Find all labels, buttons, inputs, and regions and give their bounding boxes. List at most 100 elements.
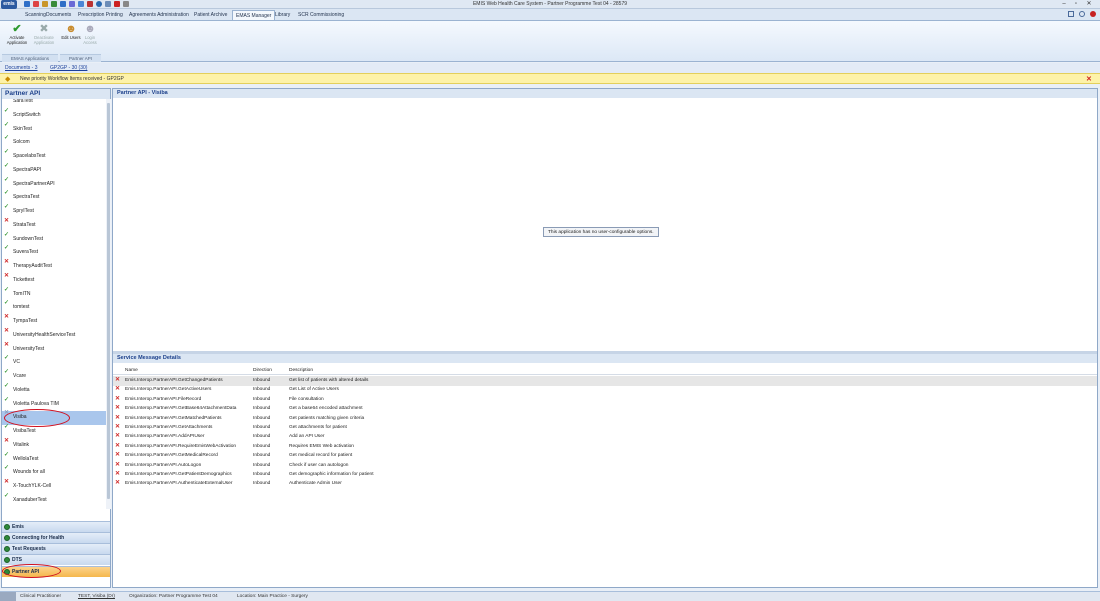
list-item-label: SpacelabsTest	[13, 153, 46, 159]
tab-documents[interactable]: Documents	[43, 10, 74, 20]
status-user[interactable]: TEST, Visiba (Dr)	[78, 592, 115, 601]
login-access-button[interactable]: ☻ Login Access	[79, 23, 101, 53]
list-item[interactable]: ✕ StrataTest	[2, 218, 106, 233]
list-item[interactable]: ✕ Tickettest	[2, 273, 106, 288]
login-icon: ☻	[84, 23, 96, 35]
list-item[interactable]: ✓ SpectraPartnerAPI	[2, 176, 106, 192]
close-button[interactable]: ✕	[1083, 0, 1095, 8]
list-item-label: Violetta Paulova TIM	[13, 400, 59, 407]
list-item[interactable]: ✕ TherapyAuditTest	[2, 259, 106, 274]
highlight-circle-partner-api	[2, 564, 61, 578]
tab-scr-commissioning[interactable]: SCR Commissioning	[295, 10, 347, 20]
cell-direction: Inbound	[253, 415, 271, 421]
gp2gp-link[interactable]: GP2GP - 30 (30)	[50, 65, 87, 71]
tab-agreements-administration[interactable]: Agreements Administration	[126, 10, 192, 20]
column-header-name[interactable]: Name	[125, 367, 138, 375]
tab-prescription-printing[interactable]: Prescription Printing	[75, 10, 126, 20]
table-row[interactable]: ✕ Emis.Interop.PartnerAPI.GetAttachments I…	[113, 423, 1097, 433]
list-item[interactable]: ✓ VisibaTest	[2, 424, 106, 439]
restore-button[interactable]: ▫	[1070, 0, 1082, 8]
nav-emis[interactable]: Emis	[2, 521, 110, 532]
table-row[interactable]: ✕ Emis.Interop.PartnerAPI.RequireEmisWebA…	[113, 442, 1097, 452]
list-item[interactable]: ✓ WellolaTest	[2, 452, 106, 467]
nav-test-requests[interactable]: Test Requests	[2, 543, 110, 554]
cell-name: Emis.Interop.PartnerAPI.FileRecord	[125, 396, 202, 402]
tab-patient-archive[interactable]: Patient Archive	[191, 10, 230, 20]
cell-description: File consultation	[289, 396, 324, 402]
column-header-direction[interactable]: Direction	[253, 367, 272, 375]
list-item[interactable]: ✓ XanaduberTest	[2, 493, 106, 508]
list-item[interactable]: ✓ Wounds for all	[2, 465, 106, 480]
list-item[interactable]: ✓ Solcom	[2, 135, 106, 150]
deactivate-application-button[interactable]: ✖ Deactivate Application	[33, 23, 55, 53]
help-icon[interactable]	[1068, 11, 1074, 17]
notification-text[interactable]: New priority Workflow Items received - G…	[20, 76, 124, 82]
list-item-label: UniversityHealthServiceTest	[13, 331, 76, 338]
list-item-label: StrataTest	[13, 221, 36, 228]
settings-icon[interactable]	[1079, 11, 1085, 17]
list-item[interactable]: ✓ Violetta Paulova TIM	[2, 397, 106, 412]
list-item[interactable]: ✓ ScriptSwitch	[2, 107, 106, 123]
list-item[interactable]: ✓ SundownTest	[2, 232, 106, 247]
list-item-label: Vitalink	[13, 441, 30, 448]
document-bar: Documents - 3 GP2GP - 30 (30)	[0, 63, 1100, 73]
list-item[interactable]: ✕ TympaTest	[2, 314, 106, 329]
ribbon-tab-bar: Scanning Documents Prescription Printing…	[0, 9, 1100, 20]
green-tick-icon: ✓	[4, 176, 10, 183]
nav-emis-label: Emis	[12, 524, 24, 530]
list-scrollbar[interactable]	[106, 99, 111, 509]
cell-name: Emis.Interop.PartnerAPI.AuthenticateExte…	[125, 481, 233, 487]
list-item[interactable]: ✕ X-TouchYLK-Cell	[2, 479, 106, 494]
green-tick-icon: ✓	[4, 286, 10, 293]
tab-emas-manager[interactable]: EMAS Manager	[232, 10, 276, 20]
table-row[interactable]: ✕ Emis.Interop.PartnerAPI.AutoLogon Inboun…	[113, 461, 1097, 471]
login-access-label: Login Access	[83, 35, 97, 45]
list-item[interactable]: ✓ tomtest	[2, 300, 106, 315]
table-row[interactable]: ✕ Emis.Interop.PartnerAPI.GetPatientDemog…	[113, 470, 1097, 480]
application-list[interactable]: ✓SaraTest✓ScriptSwitch✓SkinTest✓Solcom✓S…	[2, 99, 106, 509]
list-item[interactable]: ✓ SpectraPAPI	[2, 163, 106, 178]
status-location: Location: Main Practice - Surgery	[237, 594, 308, 599]
green-tick-icon: ✓	[4, 382, 10, 389]
nav-dts-label: DTS	[12, 557, 22, 563]
table-row[interactable]: ✕ Emis.Interop.PartnerAPI.AddAPIUser Inbou…	[113, 432, 1097, 442]
list-item[interactable]: ✓ Vcare	[2, 369, 106, 384]
list-item[interactable]: ✓ SpacelabsTest	[2, 149, 106, 164]
cell-direction: Inbound	[253, 396, 271, 402]
minimize-button[interactable]: –	[1058, 0, 1070, 8]
red-cross-icon: ✕	[115, 424, 121, 430]
alert-icon[interactable]	[1090, 11, 1096, 17]
deactivate-application-label: Deactivate Application	[33, 35, 55, 45]
documents-link[interactable]: Documents - 3	[5, 65, 38, 71]
list-item[interactable]: ✓ SpectraTest	[2, 190, 106, 205]
list-item[interactable]: ✕ UniversityTest	[2, 342, 106, 357]
green-tick-icon: ✓	[4, 369, 10, 375]
table-row[interactable]: ✕ Emis.Interop.PartnerAPI.AuthenticateExt…	[113, 479, 1097, 489]
nav-dts[interactable]: DTS	[2, 554, 110, 565]
column-header-description[interactable]: Description	[289, 367, 313, 375]
table-row[interactable]: ✕ Emis.Interop.PartnerAPI.GetMedicalRecor…	[113, 451, 1097, 461]
table-row[interactable]: ✕ Emis.Interop.PartnerAPI.GetChangedPatie…	[113, 376, 1097, 386]
list-item[interactable]: ✓ SkinTest	[2, 122, 106, 137]
red-cross-icon: ✕	[4, 314, 10, 320]
tab-library[interactable]: Library	[272, 10, 293, 20]
list-item[interactable]: ✓ SuveraTest	[2, 245, 106, 260]
table-row[interactable]: ✕ Emis.Interop.PartnerAPI.GetMatchedPatie…	[113, 414, 1097, 424]
nav-connecting-for-health[interactable]: Connecting for Health	[2, 532, 110, 543]
table-row[interactable]: ✕ Emis.Interop.PartnerAPI.GetActiveUsers I…	[113, 385, 1097, 395]
notification-close-icon[interactable]: ✕	[1086, 75, 1092, 83]
cell-description: Authenticate Admin User	[289, 481, 342, 487]
scrollbar-thumb[interactable]	[107, 103, 110, 499]
table-row[interactable]: ✕ Emis.Interop.PartnerAPI.GetBase64Attach…	[113, 404, 1097, 414]
list-item[interactable]: ✓ VC	[2, 355, 106, 370]
list-item[interactable]: ✕ Vitalink	[2, 438, 106, 453]
red-cross-icon: ✕	[115, 452, 121, 459]
list-item[interactable]: ✓ TomITN	[2, 286, 106, 302]
table-row[interactable]: ✕ Emis.Interop.PartnerAPI.FileRecord Inbou…	[113, 395, 1097, 405]
green-tick-icon: ✓	[4, 107, 10, 114]
list-item[interactable]: ✓ SaraTest	[2, 99, 106, 109]
list-item[interactable]: ✓ Violetta	[2, 382, 106, 398]
list-item[interactable]: ✕ UniversityHealthServiceTest	[2, 328, 106, 343]
list-item[interactable]: ✓ SpryITest	[2, 204, 106, 219]
activate-application-button[interactable]: ✔ Activate Application	[6, 23, 28, 53]
